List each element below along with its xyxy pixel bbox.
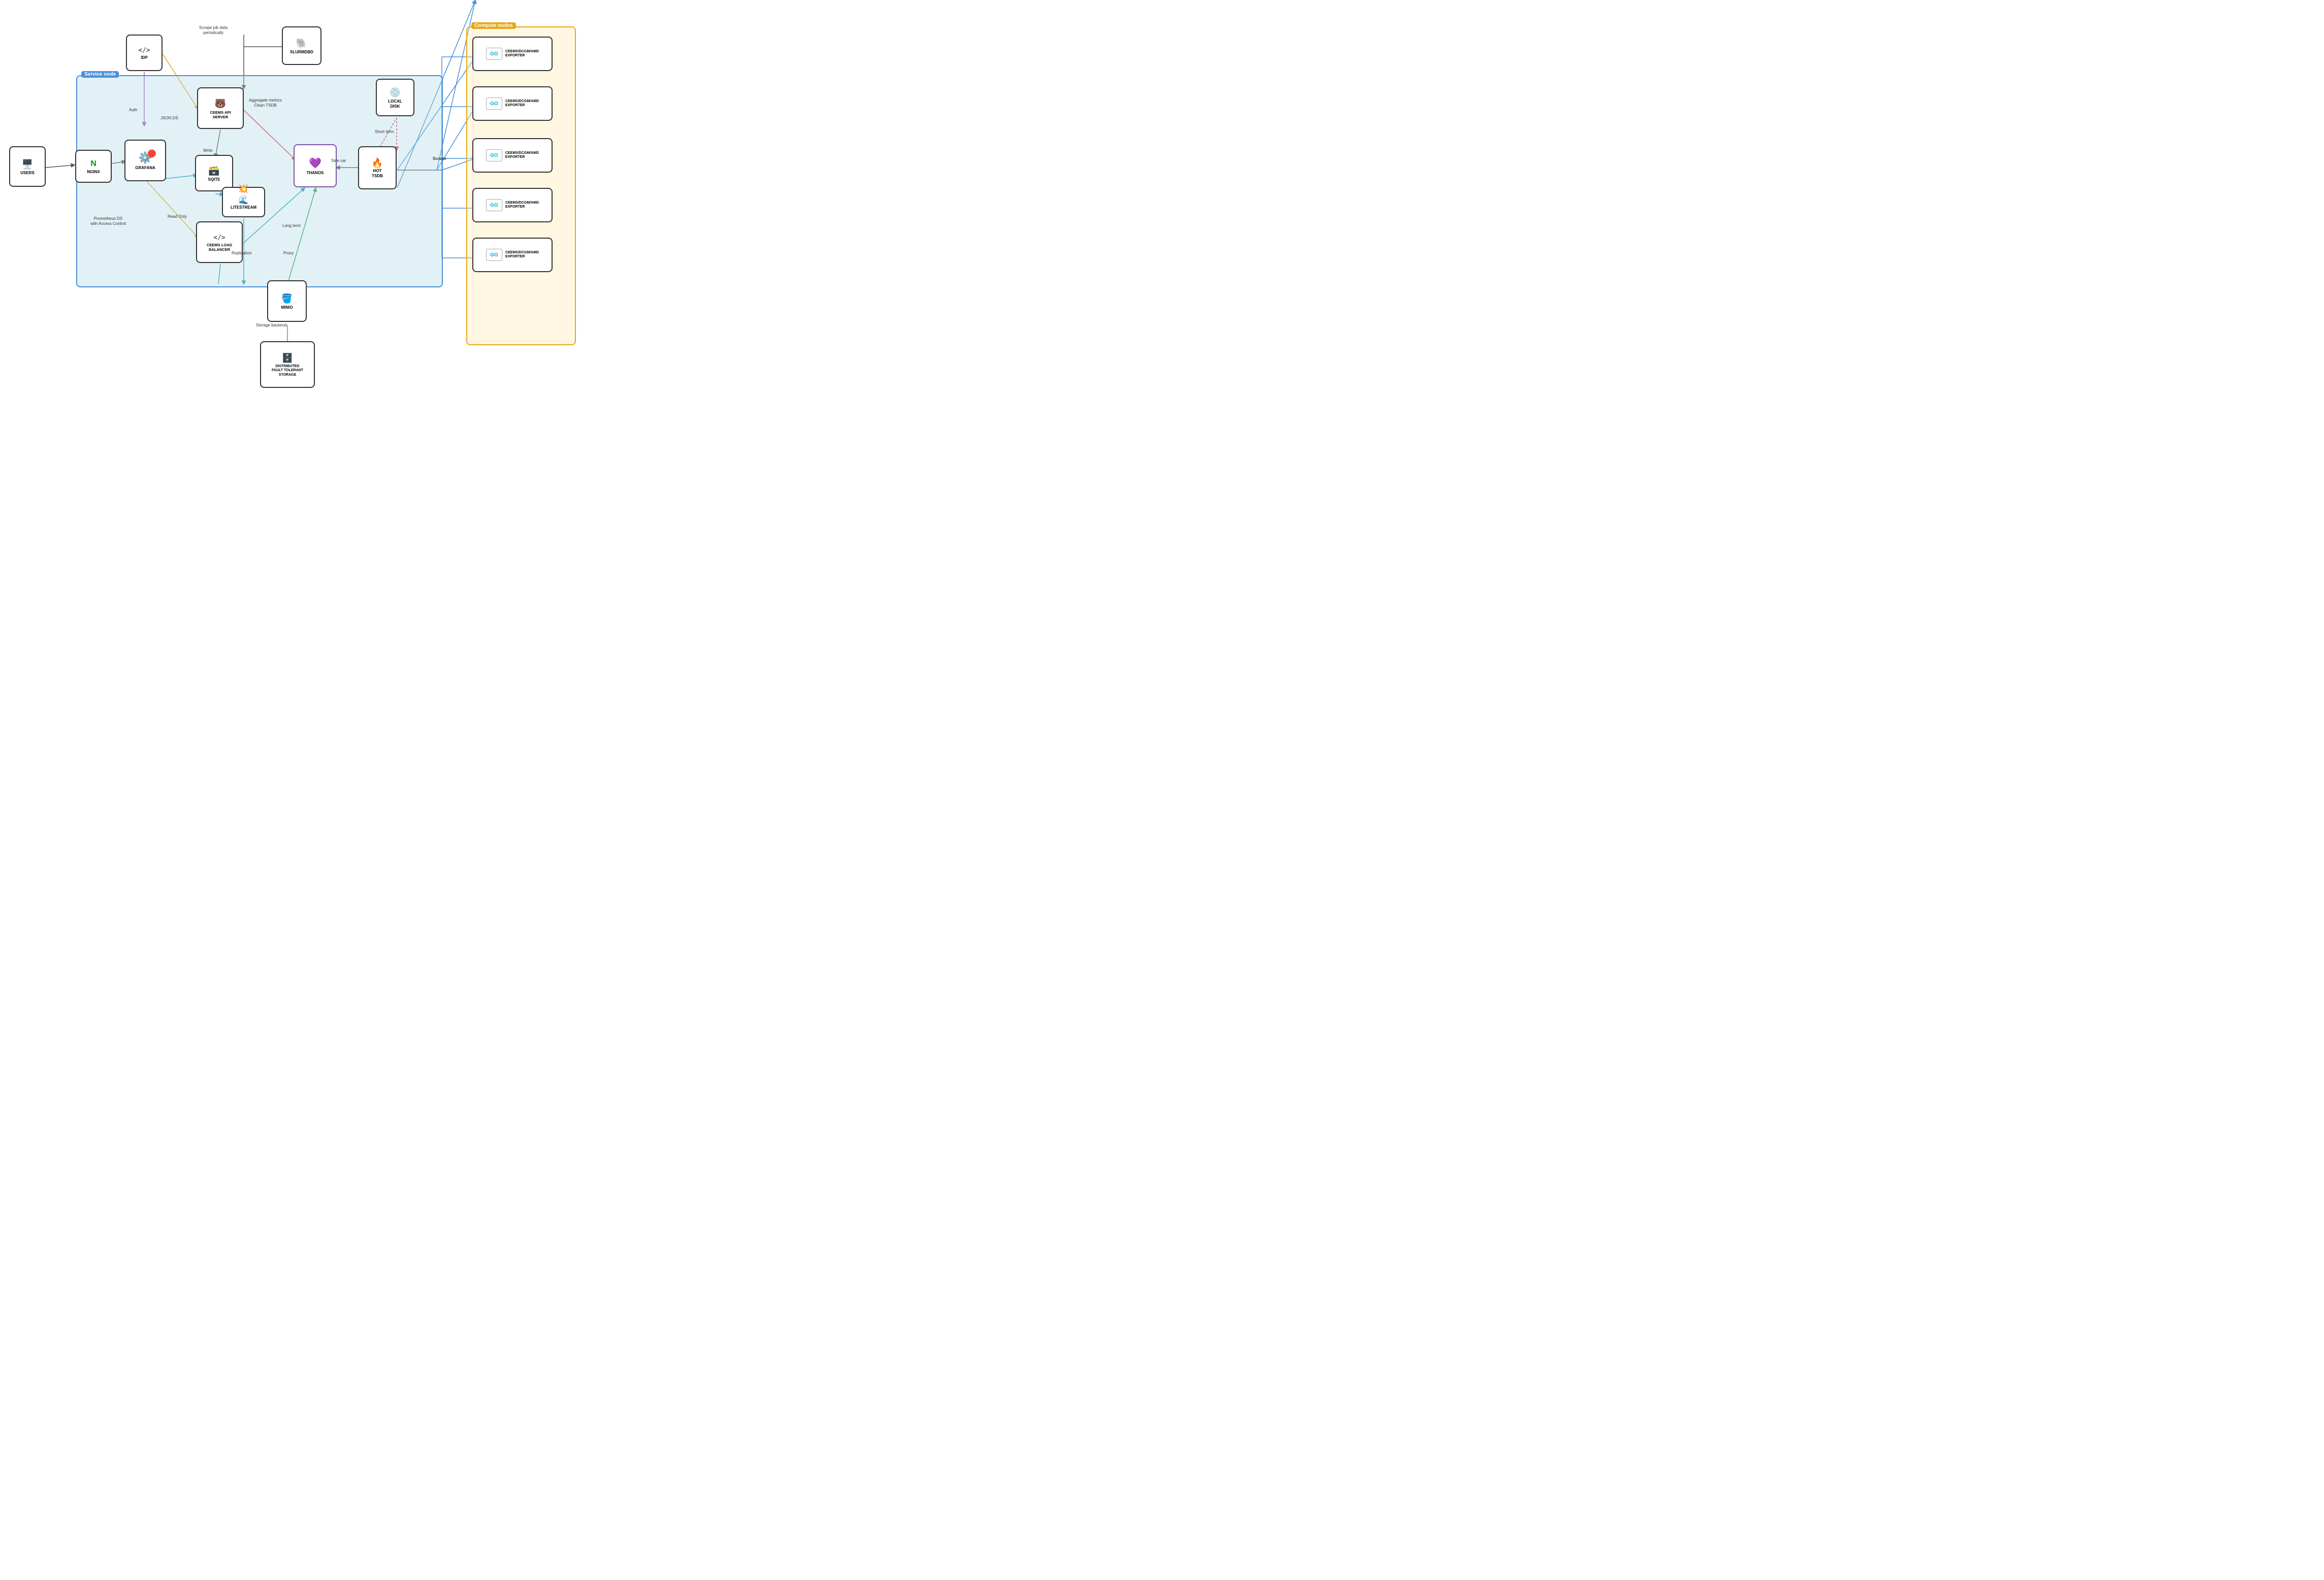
short-term-label: Short term xyxy=(375,129,394,135)
ceems-lb-label: CEEMS LOADBALANCER xyxy=(207,243,232,252)
thanos-node: 💜 THANOS xyxy=(294,144,337,187)
ceems-api-node: 🐻 CEEMS APISERVER xyxy=(197,87,244,129)
users-icon: 🖥️ xyxy=(22,159,33,170)
sqite-node: 🗃️ SQITE xyxy=(195,155,233,191)
local-disk-node: 💿 LOCALDISK xyxy=(376,79,414,116)
exporter3-label: CEEMS/DCGM/AMDEXPORTER xyxy=(505,151,539,160)
idp-node: </> IDP xyxy=(126,35,163,71)
read-only-label: Read Only xyxy=(168,214,187,219)
local-disk-label: LOCALDISK xyxy=(388,99,402,109)
exporter2-label: CEEMS/DCGM/AMDEXPORTER xyxy=(505,100,539,108)
slurmdbd-label: SLURMDBD xyxy=(290,50,313,55)
proxy-label: Proxy xyxy=(283,251,294,256)
grafana-label: GRAFANA xyxy=(135,166,155,171)
exporter3-node: GO CEEMS/DCGM/AMDEXPORTER xyxy=(472,138,553,173)
storage-backend-label: Storage backend xyxy=(256,323,287,328)
users-label: USERS xyxy=(20,171,35,176)
litestream-icon: 🌊 xyxy=(239,195,249,205)
prom-ds-label: Prometheus DSwith Access Control xyxy=(90,216,126,226)
exporter1-node: GO CEEMS/DCGM/AMDEXPORTER xyxy=(472,37,553,71)
ceems-api-icon: 🐻 xyxy=(215,98,226,109)
diagram-container: Compute nodes Service node 🖥️ USERS N NG… xyxy=(0,0,581,395)
sqite-label: SQITE xyxy=(208,177,220,182)
thanos-icon: 💜 xyxy=(309,157,321,170)
nginx-icon: N xyxy=(90,159,96,169)
aggregate-label: Aggregate metricsClean TSDB xyxy=(249,98,282,108)
auth-label: Auth xyxy=(129,108,137,113)
idp-icon: </> xyxy=(138,47,150,54)
dist-storage-icon: 🗄️ xyxy=(282,353,293,364)
litestream-label: LITESTREAM xyxy=(231,205,256,210)
local-disk-icon: 💿 xyxy=(390,87,401,98)
scrape-job-label: Scrape job data periodically xyxy=(199,25,228,35)
exporter4-label: CEEMS/DCGM/AMDEXPORTER xyxy=(505,201,539,210)
exporter2-node: GO CEEMS/DCGM/AMDEXPORTER xyxy=(472,86,553,121)
exporter1-label: CEEMS/DCGM/AMDEXPORTER xyxy=(505,50,539,58)
exporter5-label: CEEMS/DCGM/AMDEXPORTER xyxy=(505,251,539,259)
nginx-label: NGINX xyxy=(87,170,100,175)
grafana-node: ⚙️ 🛑 GRAFANA xyxy=(124,140,166,181)
write-label: Write xyxy=(203,148,213,153)
hot-tsdb-label: HOTTSDB xyxy=(372,169,383,178)
dist-storage-node: 🗄️ DISTRIBUTEDFAULT TOLERANTSTORAGE xyxy=(260,341,315,388)
litestream-node: 🌊 💥 LITESTREAM xyxy=(222,187,265,217)
slurmdbd-icon: 🐘 xyxy=(296,38,307,49)
dist-storage-label: DISTRIBUTEDFAULT TOLERANTSTORAGE xyxy=(272,365,303,377)
side-car-label: Side car xyxy=(331,158,346,163)
minio-label: MINIO xyxy=(281,305,293,310)
ceems-lb-node: </> CEEMS LOADBALANCER xyxy=(196,221,243,263)
nginx-node: N NGINX xyxy=(75,150,112,183)
minio-node: 🪣 MINIO xyxy=(267,280,307,322)
idp-label: IDP xyxy=(141,55,147,60)
slurmdbd-node: 🐘 SLURMDBD xyxy=(282,26,321,65)
replication-label: Replication xyxy=(232,251,252,256)
explosion-icon: 💥 xyxy=(238,184,248,194)
thanos-label: THANOS xyxy=(307,171,324,176)
service-node-label: Service node xyxy=(81,71,119,78)
stop-badge: 🛑 xyxy=(147,149,156,158)
minio-icon: 🪣 xyxy=(281,293,293,304)
ceems-lb-icon: </> xyxy=(213,234,225,242)
sqite-icon: 🗃️ xyxy=(208,166,219,176)
compute-nodes-region: Compute nodes xyxy=(466,26,576,345)
hot-tsdb-icon: 🔥 xyxy=(372,158,383,169)
long-term-label: Long term xyxy=(282,223,301,228)
compute-nodes-label: Compute nodes xyxy=(471,22,516,29)
users-node: 🖥️ USERS xyxy=(9,146,46,187)
json-ds-label: JSON DS xyxy=(160,116,178,121)
ceems-api-label: CEEMS APISERVER xyxy=(210,110,231,119)
hot-tsdb-node: 🔥 HOTTSDB xyxy=(358,146,397,189)
scrape-label: Scrape xyxy=(433,156,446,161)
exporter4-node: GO CEEMS/DCGM/AMDEXPORTER xyxy=(472,188,553,222)
exporter5-node: GO CEEMS/DCGM/AMDEXPORTER xyxy=(472,238,553,272)
